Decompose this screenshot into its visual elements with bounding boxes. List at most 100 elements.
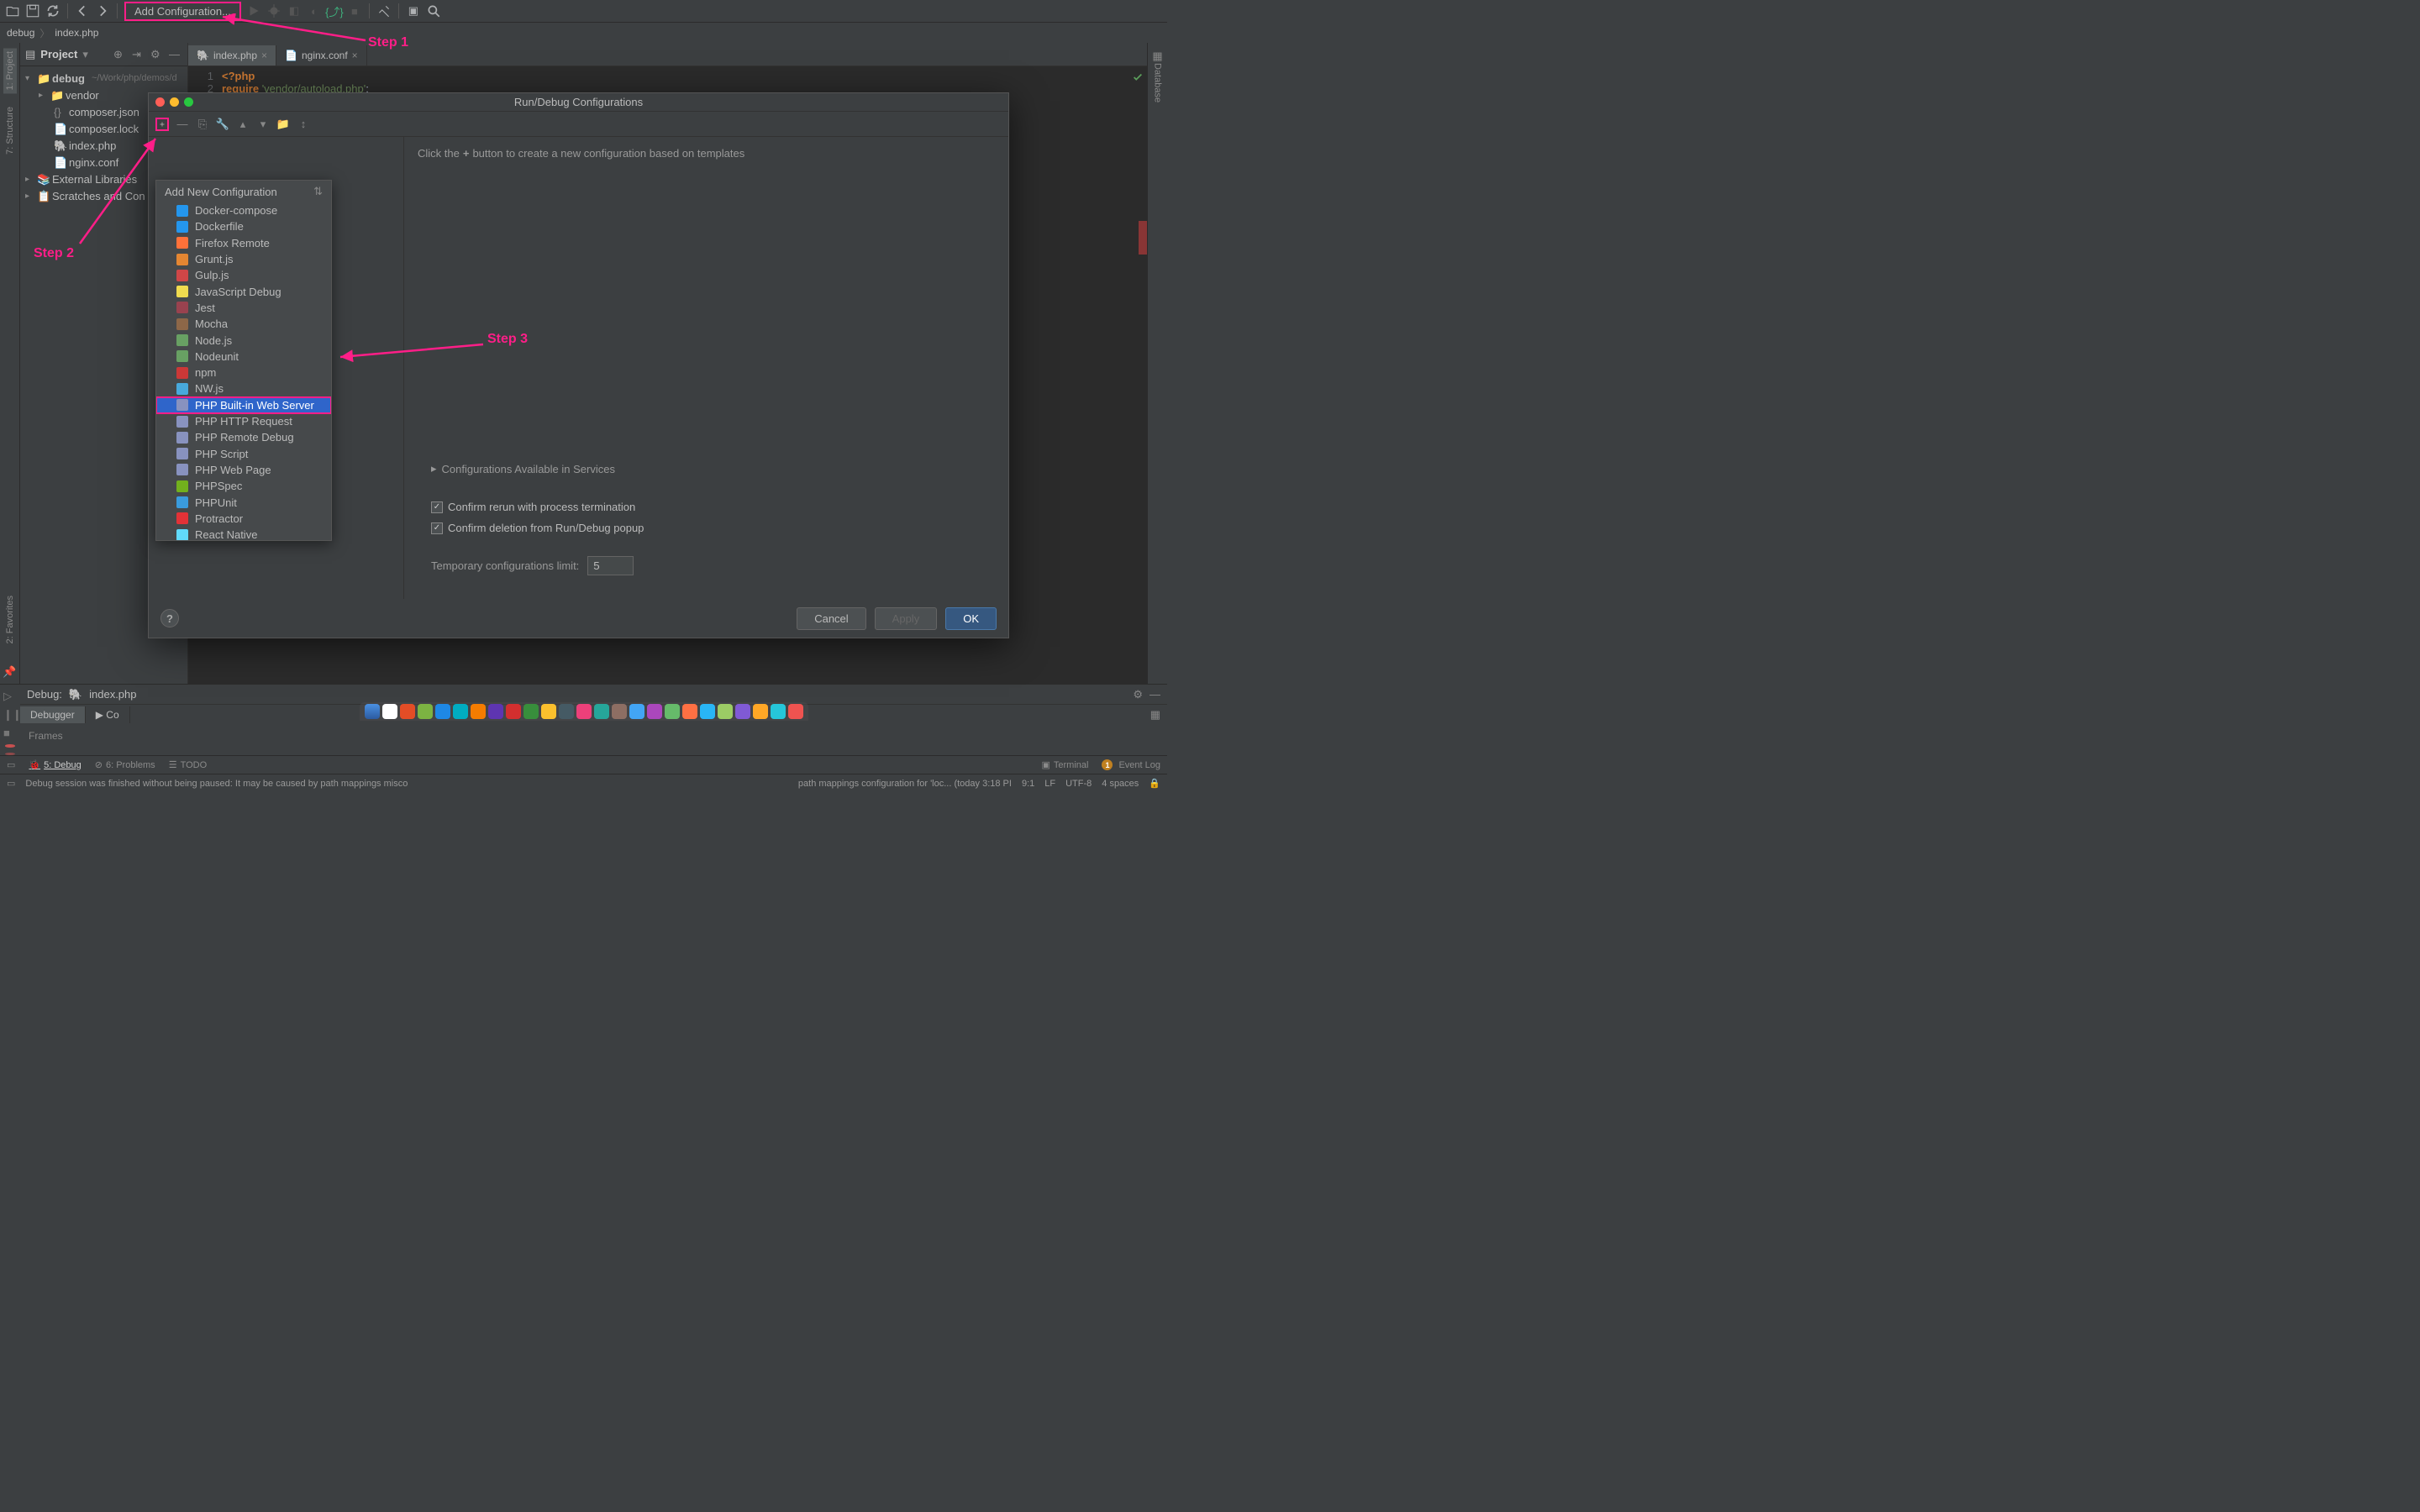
dropdown-item-phpspec[interactable]: PHPSpec xyxy=(156,478,331,494)
dropdown-item-dockerfile[interactable]: Dockerfile xyxy=(156,218,331,234)
gear-icon[interactable]: ⚙ xyxy=(1133,688,1143,701)
gear-icon[interactable]: ⚙ xyxy=(150,48,164,61)
dropdown-item-npm[interactable]: npm xyxy=(156,365,331,381)
dropdown-item-docker-compose[interactable]: Docker-compose xyxy=(156,202,331,218)
collapse-icon[interactable]: ⇥ xyxy=(132,48,145,61)
config-type-icon xyxy=(176,254,188,265)
status-lock-icon[interactable]: 🔒 xyxy=(1149,778,1160,789)
layout-icon[interactable]: ▦ xyxy=(1150,708,1167,722)
pin-icon[interactable]: 📌 xyxy=(3,665,16,679)
dropdown-item-php-script[interactable]: PHP Script xyxy=(156,445,331,461)
close-icon[interactable]: × xyxy=(352,50,358,61)
run-config-dropdown[interactable]: Add Configuration... xyxy=(124,2,241,21)
down-icon[interactable]: ▾ xyxy=(256,118,270,131)
refresh-icon[interactable] xyxy=(45,3,60,18)
dropdown-item-node-js[interactable]: Node.js xyxy=(156,332,331,348)
editor-tab[interactable]: 🐘index.php× xyxy=(188,45,276,66)
dropdown-item-php-remote-debug[interactable]: PHP Remote Debug xyxy=(156,429,331,445)
stop-icon[interactable]: ■ xyxy=(347,3,362,18)
close-icon[interactable]: × xyxy=(261,50,267,61)
tool-structure[interactable]: 7: Structure xyxy=(5,107,15,155)
dropdown-item-grunt-js[interactable]: Grunt.js xyxy=(156,251,331,267)
attach-icon[interactable]: {⤴} xyxy=(327,3,342,18)
status-indent[interactable]: 4 spaces xyxy=(1102,779,1139,789)
tool-favorites[interactable]: 2: Favorites xyxy=(5,596,15,643)
save-icon[interactable] xyxy=(25,3,40,18)
edit-templates-button[interactable]: 🔧 xyxy=(216,118,229,131)
folder-icon[interactable]: 📁 xyxy=(276,118,290,131)
apply-button[interactable]: Apply xyxy=(875,607,938,630)
macos-dock[interactable] xyxy=(360,702,808,721)
debug-icon[interactable] xyxy=(266,3,281,18)
checkbox-rerun[interactable]: ✓Confirm rerun with process termination xyxy=(431,501,981,513)
dropdown-item-firefox-remote[interactable]: Firefox Remote xyxy=(156,235,331,251)
tw-eventlog[interactable]: 1Event Log xyxy=(1102,759,1160,770)
project-title[interactable]: Project xyxy=(40,48,77,60)
search-icon[interactable] xyxy=(426,3,441,18)
pause-icon[interactable]: ❙❙ xyxy=(3,708,17,722)
dialog-titlebar[interactable]: Run/Debug Configurations xyxy=(149,93,1008,112)
stop-icon[interactable]: ■ xyxy=(3,727,17,739)
forward-icon[interactable] xyxy=(95,3,110,18)
dropdown-item-php-web-page[interactable]: PHP Web Page xyxy=(156,462,331,478)
dropdown-item-php-built-in-web-server[interactable]: PHP Built-in Web Server xyxy=(156,397,331,413)
error-stripe[interactable] xyxy=(1139,221,1147,255)
config-type-icon xyxy=(176,448,188,459)
dropdown-item-mocha[interactable]: Mocha xyxy=(156,316,331,332)
breadcrumb-file[interactable]: index.php xyxy=(55,27,98,39)
dropdown-item-protractor[interactable]: Protractor xyxy=(156,511,331,527)
tool-project[interactable]: 1: Project xyxy=(3,48,17,93)
dropdown-item-nodeunit[interactable]: Nodeunit xyxy=(156,349,331,365)
inspection-check-icon[interactable] xyxy=(1132,71,1144,86)
dropdown-item-react-native[interactable]: React Native xyxy=(156,527,331,541)
limit-input[interactable] xyxy=(587,556,634,575)
tree-root[interactable]: ▾ 📁 debug ~/Work/php/demos/d xyxy=(20,70,187,87)
mute-breakpoints-icon[interactable] xyxy=(5,753,15,756)
remove-config-button[interactable]: — xyxy=(176,118,189,131)
back-icon[interactable] xyxy=(75,3,90,18)
checkbox-delete[interactable]: ✓Confirm deletion from Run/Debug popup xyxy=(431,522,981,534)
debugger-tab[interactable]: Debugger xyxy=(20,706,86,723)
filter-icon[interactable]: ⇅ xyxy=(313,185,323,198)
console-tab[interactable]: ▶ Co xyxy=(86,706,130,723)
dropdown-item-php-http-request[interactable]: PHP HTTP Request xyxy=(156,413,331,429)
dropdown-item-jest[interactable]: Jest xyxy=(156,300,331,316)
status-position[interactable]: 9:1 xyxy=(1022,779,1034,789)
sort-icon[interactable]: ↕ xyxy=(297,118,310,131)
up-icon[interactable]: ▴ xyxy=(236,118,250,131)
tw-debug[interactable]: 🐞 5: Debug xyxy=(29,759,81,770)
dropdown-item-phpunit[interactable]: PHPUnit xyxy=(156,494,331,510)
tw-terminal[interactable]: ▣ Terminal xyxy=(1041,759,1088,770)
tw-problems[interactable]: ⊘ 6: Problems xyxy=(95,759,155,770)
dropdown-item-nw-js[interactable]: NW.js xyxy=(156,381,331,396)
breakpoints-icon[interactable] xyxy=(5,744,15,748)
minimize-icon[interactable]: — xyxy=(169,48,182,61)
collapsible-services[interactable]: ▸ Configurations Available in Services xyxy=(431,462,981,475)
run-icon[interactable] xyxy=(246,3,261,18)
dropdown-item-label: Grunt.js xyxy=(195,253,234,265)
open-icon[interactable] xyxy=(5,3,20,18)
dropdown-item-gulp-js[interactable]: Gulp.js xyxy=(156,267,331,283)
help-button[interactable]: ? xyxy=(160,609,179,627)
build-icon[interactable] xyxy=(376,3,392,18)
cancel-button[interactable]: Cancel xyxy=(797,607,865,630)
coverage-icon[interactable]: ◧ xyxy=(287,3,302,18)
status-sep[interactable]: LF xyxy=(1044,779,1055,789)
config-type-icon xyxy=(176,416,188,428)
resume-icon[interactable]: ▷ xyxy=(3,690,17,703)
target-icon[interactable]: ⊕ xyxy=(113,48,127,61)
config-type-icon xyxy=(176,512,188,524)
copy-config-button[interactable]: ⎘ xyxy=(196,118,209,131)
tool-database[interactable]: Database xyxy=(1153,63,1163,102)
status-encoding[interactable]: UTF-8 xyxy=(1065,779,1092,789)
profile-icon[interactable]: ◐ xyxy=(307,3,322,18)
breadcrumb-project[interactable]: debug xyxy=(7,27,34,39)
minimize-icon[interactable]: — xyxy=(1150,688,1160,701)
editor-tab[interactable]: 📄nginx.conf× xyxy=(276,45,367,66)
add-config-button[interactable] xyxy=(155,118,169,131)
database-icon[interactable]: ▦ xyxy=(1152,50,1162,63)
dropdown-item-javascript-debug[interactable]: JavaScript Debug xyxy=(156,283,331,299)
ok-button[interactable]: OK xyxy=(945,607,997,630)
git-icon[interactable]: ▣ xyxy=(406,3,421,18)
tw-todo[interactable]: ☰ TODO xyxy=(169,759,207,770)
